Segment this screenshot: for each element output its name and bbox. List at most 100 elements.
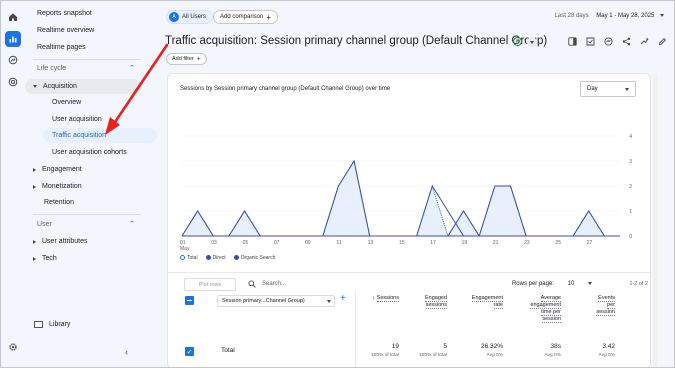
legend-dot bbox=[205, 255, 211, 261]
total-engagement-rate-sub: Avg 0% bbox=[486, 353, 503, 358]
share-icon[interactable] bbox=[621, 36, 631, 46]
segment-badge: A bbox=[169, 12, 179, 22]
top-bar: A All Users Add comparison + Last 28 day… bbox=[143, 1, 674, 31]
granularity-select[interactable]: Day bbox=[580, 81, 636, 97]
edit-pencil-icon[interactable] bbox=[657, 36, 667, 46]
caret-right-icon bbox=[33, 256, 36, 261]
nav-reports-snapshot[interactable]: Reports snapshot bbox=[37, 6, 92, 21]
table-search[interactable]: Search... bbox=[248, 280, 286, 288]
nav-library[interactable]: Library bbox=[34, 317, 70, 332]
row-checkbox[interactable]: ✓ bbox=[185, 347, 194, 356]
nav-label: Overview bbox=[52, 99, 82, 106]
total-sessions-sub: 100% of total bbox=[370, 353, 399, 358]
customize-report-icon[interactable] bbox=[567, 36, 577, 46]
collapse-chevron-icon[interactable]: ‹ bbox=[125, 347, 128, 357]
home-icon[interactable] bbox=[5, 9, 21, 25]
icon-rail bbox=[1, 1, 25, 367]
caret-down-icon bbox=[588, 281, 592, 285]
caret-right-icon bbox=[33, 167, 36, 172]
advertising-icon[interactable] bbox=[5, 74, 21, 90]
title-bar: Traffic acquisition: Session primary cha… bbox=[165, 33, 673, 53]
x-tick-label: 19 bbox=[462, 240, 468, 246]
add-filter-button[interactable]: Add filter + bbox=[166, 53, 207, 65]
report-toolbar bbox=[567, 36, 667, 46]
col-engagement-rate[interactable]: Engagement rate bbox=[459, 295, 503, 309]
col-avg-engagement-time[interactable]: Average engagement time per session bbox=[517, 295, 561, 323]
nav-label: Retention bbox=[44, 199, 74, 206]
section-user: User bbox=[37, 221, 52, 228]
plot-rows-button[interactable]: Plot rows bbox=[184, 278, 236, 291]
explore-icon[interactable] bbox=[5, 52, 21, 68]
total-engagement-rate: 26.32% bbox=[480, 343, 503, 350]
table-row-total: ✓ Total 19 100% of total 5 100% of total… bbox=[167, 335, 651, 367]
total-engaged-sessions: 5 bbox=[443, 343, 447, 350]
x-tick-label: 23 bbox=[524, 240, 530, 246]
legend-direct[interactable]: Direct bbox=[205, 255, 226, 261]
chip-label: Add comparison bbox=[220, 14, 264, 20]
col-label: Engagement bbox=[471, 295, 503, 302]
legend-label: Organic Search bbox=[240, 255, 276, 261]
title-dropdown-icon[interactable] bbox=[527, 37, 537, 47]
add-filter-label: Add filter bbox=[172, 56, 194, 62]
nav-realtime-pages[interactable]: Realtime pages bbox=[37, 40, 86, 55]
y-tick-label: 1 bbox=[629, 209, 632, 215]
nav-user-acquisition-cohorts[interactable]: User acquisition cohorts bbox=[52, 145, 127, 160]
legend-total[interactable]: Total bbox=[180, 255, 198, 261]
total-events-per-session: 3.42 bbox=[602, 343, 615, 350]
y-tick-label: 0 bbox=[629, 234, 632, 240]
nav-tech[interactable]: Tech bbox=[33, 251, 57, 266]
legend-dot bbox=[233, 255, 239, 261]
chevron-up-icon[interactable]: ⌃ bbox=[129, 220, 135, 228]
nav-user-attributes[interactable]: User attributes bbox=[33, 234, 88, 249]
reports-icon[interactable] bbox=[5, 31, 21, 47]
total-label: Total bbox=[221, 347, 235, 354]
chart-title: Sessions by Session primary channel grou… bbox=[180, 86, 391, 92]
table-controls: Plot rows Search... Rows per page: 10 1-… bbox=[168, 272, 652, 292]
folder-icon bbox=[34, 321, 43, 328]
data-table: Session primary...Channel Group) + ↓ Ses… bbox=[167, 291, 651, 367]
nav-monetization[interactable]: Monetization bbox=[33, 179, 82, 194]
dimension-select[interactable]: Session primary...Channel Group) bbox=[217, 295, 335, 307]
insights-sparkle-icon[interactable] bbox=[639, 36, 649, 46]
chip-label: All Users bbox=[182, 14, 207, 20]
nav-user-acquisition[interactable]: User acquisition bbox=[52, 112, 102, 127]
add-comparison-button[interactable]: Add comparison + bbox=[213, 10, 279, 24]
total-sessions: 19 bbox=[391, 343, 399, 350]
col-events-per-session[interactable]: Events per session bbox=[577, 295, 615, 316]
insights-icon[interactable] bbox=[603, 36, 613, 46]
rows-per-page[interactable]: Rows per page: 10 bbox=[512, 281, 592, 287]
nav-label: Engagement bbox=[42, 166, 82, 173]
settings-gear-icon[interactable] bbox=[5, 339, 21, 355]
col-label: sessions bbox=[425, 302, 447, 309]
nav-realtime-overview[interactable]: Realtime overview bbox=[37, 23, 94, 38]
nav-label: Realtime pages bbox=[37, 44, 86, 51]
col-sessions[interactable]: ↓ Sessions bbox=[363, 295, 399, 302]
red-annotation-arrow bbox=[105, 43, 169, 135]
x-tick-label: 03 bbox=[211, 240, 217, 246]
nav-retention[interactable]: Retention bbox=[44, 195, 74, 210]
nav-label: Acquisition bbox=[43, 83, 77, 90]
section-life-cycle: Life cycle bbox=[37, 65, 67, 72]
col-label: Engaged bbox=[424, 295, 447, 302]
scrollbar-track bbox=[653, 73, 658, 367]
col-engaged-sessions[interactable]: Engaged sessions bbox=[409, 295, 447, 309]
x-tick-label: 27 bbox=[587, 240, 593, 246]
x-tick-label: 17 bbox=[430, 240, 436, 246]
nav-label: Realtime overview bbox=[37, 27, 95, 34]
nav-engagement[interactable]: Engagement bbox=[33, 162, 82, 177]
nav-overview[interactable]: Overview bbox=[52, 95, 81, 110]
all-users-chip[interactable]: A All Users bbox=[166, 10, 214, 24]
granularity-value: Day bbox=[587, 86, 598, 92]
add-dimension-button[interactable]: + bbox=[340, 293, 346, 304]
col-label: Sessions bbox=[376, 295, 399, 302]
minus-mark bbox=[187, 299, 192, 302]
legend-organic-search[interactable]: Organic Search bbox=[233, 255, 276, 261]
rows-per-page-label: Rows per page: bbox=[511, 281, 554, 287]
select-all-checkbox[interactable] bbox=[185, 296, 194, 305]
total-events-sub: Avg 0% bbox=[598, 353, 615, 358]
compare-icon[interactable] bbox=[585, 36, 595, 46]
vertical-scrollbar[interactable] bbox=[653, 73, 659, 367]
check-circle-icon: ✓ bbox=[513, 37, 522, 46]
caret-down-icon bbox=[660, 13, 664, 17]
date-range-picker[interactable]: Last 28 days May 1 - May 28, 2025 bbox=[555, 13, 664, 19]
